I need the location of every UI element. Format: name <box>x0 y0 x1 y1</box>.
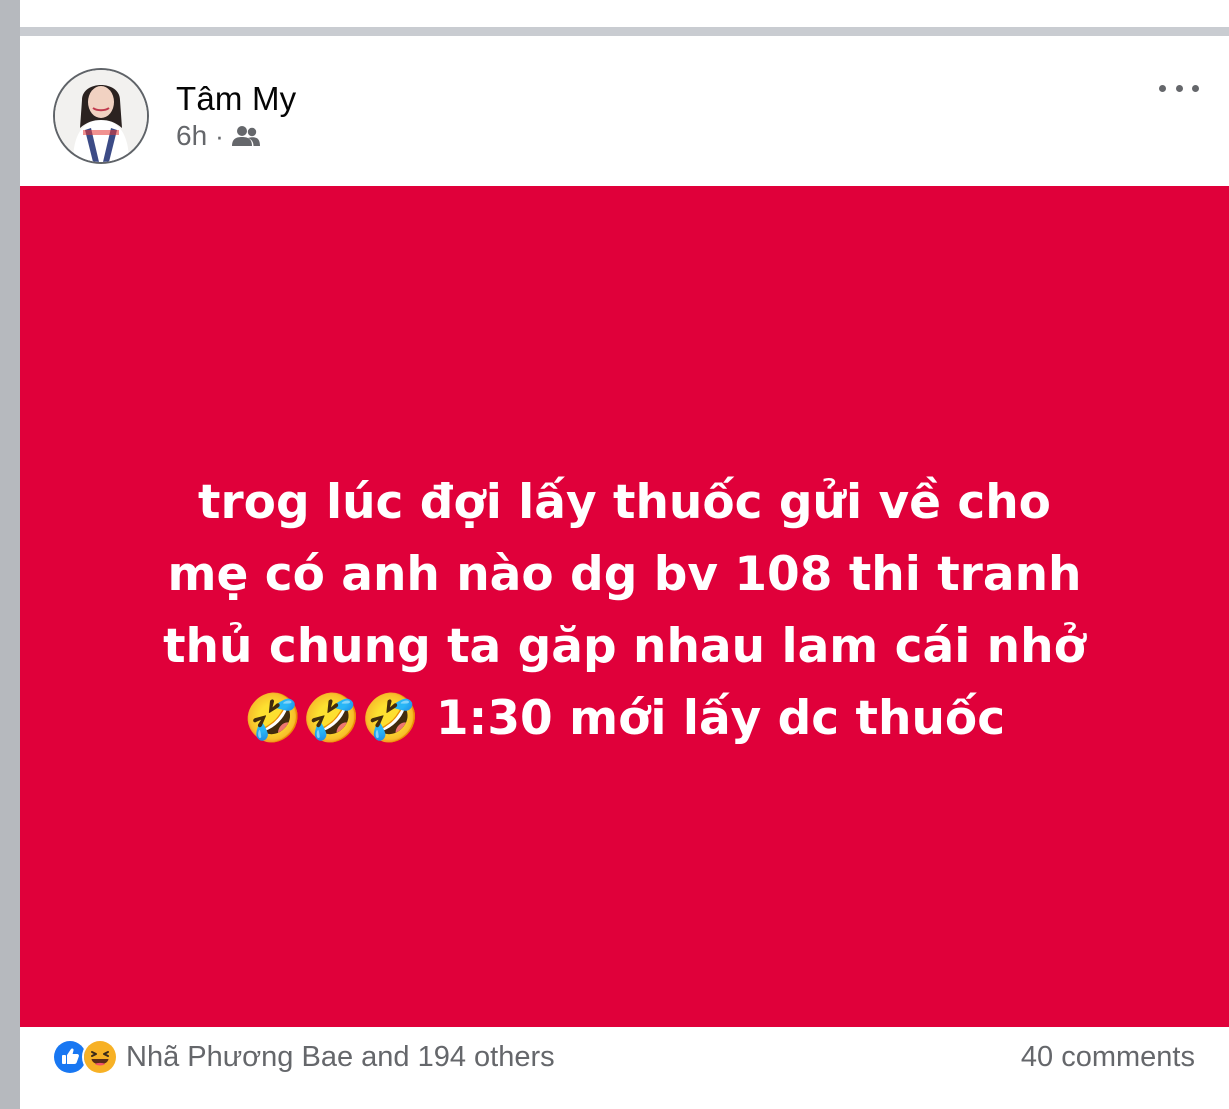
post-meta: 6h · <box>176 120 260 152</box>
post-footer: Nhã Phương Bae and 194 others 40 comment… <box>20 1027 1229 1109</box>
avatar-photo <box>55 70 147 162</box>
friends-icon[interactable] <box>231 125 260 147</box>
author-avatar[interactable] <box>53 68 149 164</box>
more-dot <box>1175 84 1183 92</box>
post-text-line: thủ chung ta găp nhau lam cái nhở <box>163 618 1086 674</box>
post-timestamp[interactable]: 6h <box>176 120 207 152</box>
page-gutter <box>0 0 20 1109</box>
post-text-line: 🤣🤣🤣 1:30 mới lấy dc thuốc <box>243 690 1006 746</box>
post-content-background: trog lúc đợi lấy thuốc gửi về cho mẹ có … <box>20 186 1229 1027</box>
post-card: Tâm My 6h · trog lúc đợi lấy thuốc gửi v… <box>20 36 1229 1109</box>
post-header: Tâm My 6h · <box>20 36 1229 186</box>
post-text-line: trog lúc đợi lấy thuốc gửi về cho <box>198 474 1051 530</box>
haha-icon <box>82 1039 118 1075</box>
meta-separator: · <box>215 120 224 151</box>
post-text: trog lúc đợi lấy thuốc gửi về cho mẹ có … <box>95 467 1155 755</box>
author-name[interactable]: Tâm My <box>176 80 296 118</box>
post-text-line: mẹ có anh nào dg bv 108 thi tranh <box>167 546 1082 602</box>
comments-count[interactable]: 40 comments <box>1021 1039 1195 1075</box>
reactions-summary[interactable]: Nhã Phương Bae and 194 others <box>52 1039 555 1075</box>
reaction-icons <box>52 1039 118 1075</box>
more-dot <box>1192 84 1199 92</box>
more-options-icon[interactable] <box>1159 76 1199 100</box>
more-dot <box>1159 84 1166 92</box>
reactions-text[interactable]: Nhã Phương Bae and 194 others <box>126 1041 555 1074</box>
previous-post-card-edge <box>20 0 1229 27</box>
